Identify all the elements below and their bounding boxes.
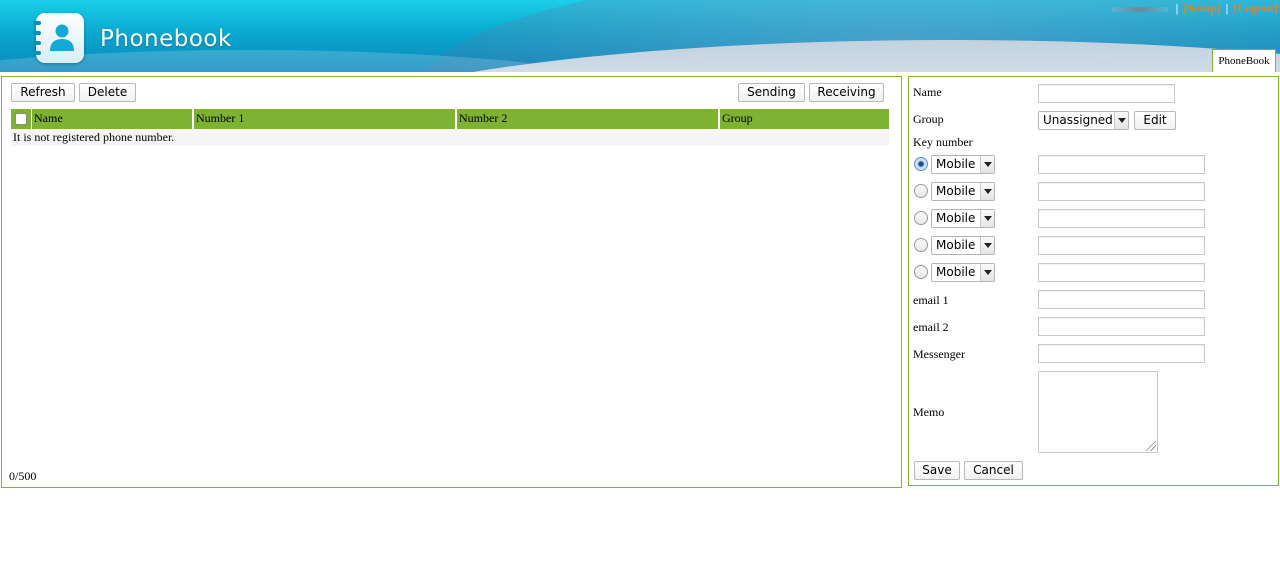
group-select-value: Unassigned [1043,113,1113,127]
contact-counter: 0/500 [9,469,37,483]
username-redacted [1111,6,1168,12]
name-input[interactable] [1038,84,1175,103]
number-input-1[interactable] [1038,155,1205,174]
cancel-button[interactable]: Cancel [964,461,1023,480]
setup-link[interactable]: [Setup] [1183,1,1220,15]
link-separator: | [1225,1,1229,15]
chevron-down-icon [1114,112,1128,129]
group-label: Group [913,112,944,126]
key-number-radio-2[interactable] [914,184,928,198]
tab-phonebook[interactable]: PhoneBook [1212,49,1276,72]
chevron-down-icon [980,183,994,200]
contacts-table: Name Number 1 Number 2 Group It is not r… [11,109,889,146]
number-input-3[interactable] [1038,209,1205,228]
number-input-2[interactable] [1038,182,1205,201]
key-number-radio-3[interactable] [914,211,928,225]
receiving-button[interactable]: Receiving [809,83,884,102]
memo-textarea[interactable] [1038,371,1158,453]
number-type-select-4[interactable]: Mobile [931,236,995,255]
number-input-4[interactable] [1038,236,1205,255]
messenger-label: Messenger [913,347,965,361]
number-type-select-3[interactable]: Mobile [931,209,995,228]
email2-input[interactable] [1038,317,1205,336]
sending-button[interactable]: Sending [738,83,805,102]
delete-button[interactable]: Delete [79,83,136,102]
contact-form-panel: Name Group Unassigned Edit Key number Mo… [908,76,1279,486]
select-all-cell [11,109,31,129]
edit-group-button[interactable]: Edit [1134,111,1176,130]
save-button[interactable]: Save [914,461,960,480]
top-links: | [Setup] | [Logout] [1111,1,1278,16]
number-type-select-5[interactable]: Mobile [931,263,995,282]
name-label: Name [913,85,942,99]
chevron-down-icon [980,264,994,281]
chevron-down-icon [980,237,994,254]
contact-list-panel: Refresh Delete Sending Receiving Name Nu… [1,76,902,488]
link-separator: | [1175,1,1179,15]
table-header: Name Number 1 Number 2 Group [11,109,889,129]
number-input-5[interactable] [1038,263,1205,282]
select-all-checkbox[interactable] [15,113,27,125]
app-title: Phonebook [100,26,232,52]
number-type-select-1[interactable]: Mobile [931,155,995,174]
memo-label: Memo [913,405,945,419]
resize-grip-icon[interactable] [1146,441,1156,451]
phonebook-logo-icon [33,13,84,63]
key-number-radio-1[interactable] [914,157,928,171]
column-header-name[interactable]: Name [32,109,192,129]
email2-label: email 2 [913,320,949,334]
logout-link[interactable]: [Logout] [1233,1,1278,15]
messenger-input[interactable] [1038,344,1205,363]
number-type-select-2[interactable]: Mobile [931,182,995,201]
chevron-down-icon [980,156,994,173]
email1-input[interactable] [1038,290,1205,309]
refresh-button[interactable]: Refresh [11,83,75,102]
group-select[interactable]: Unassigned [1038,111,1129,130]
key-number-radio-4[interactable] [914,238,928,252]
email1-label: email 1 [913,293,949,307]
person-icon [50,24,74,51]
column-header-number2[interactable]: Number 2 [457,109,718,129]
chevron-down-icon [980,210,994,227]
app-header: Phonebook | [Setup] | [Logout] PhoneBook [0,0,1280,72]
empty-table-message: It is not registered phone number. [11,129,889,146]
column-header-number1[interactable]: Number 1 [194,109,455,129]
key-number-radio-5[interactable] [914,265,928,279]
key-number-label: Key number [913,135,973,149]
column-header-group[interactable]: Group [720,109,889,129]
